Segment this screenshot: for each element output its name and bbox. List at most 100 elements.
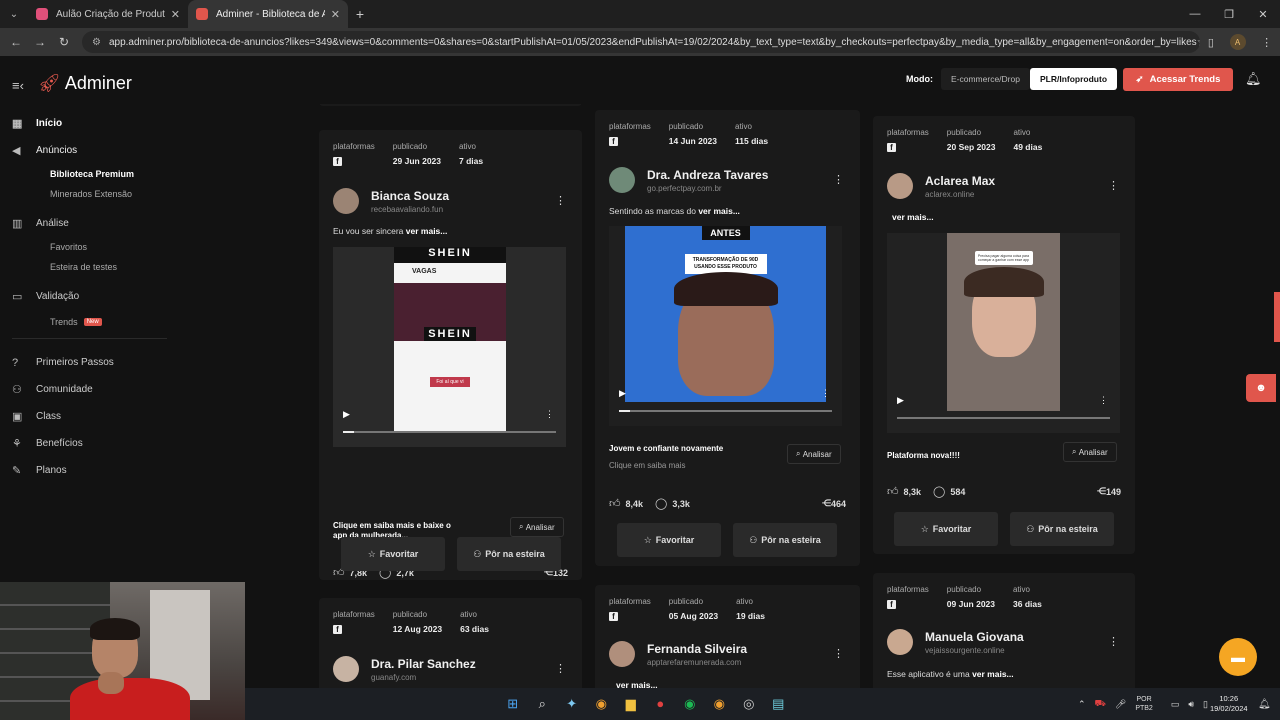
feedback-widget-icon[interactable]: ☻ [1246, 374, 1276, 402]
more-options-icon[interactable]: ⋮ [833, 647, 844, 660]
sidebar-sub-esteira[interactable]: Esteira de testes [0, 257, 170, 277]
see-more-link[interactable]: ver mais... [892, 212, 934, 222]
ad-video[interactable]: SHEIN VAGAS SHEIN Foi aí que vi ▶ ⋮ [333, 247, 566, 447]
access-trends-button[interactable]: ➶ Acessar Trends [1123, 68, 1233, 91]
sidebar-item-beneficios[interactable]: ⚘ Benefícios [0, 430, 170, 457]
ad-author[interactable]: Manuela Giovana vejaissourgente.online [887, 629, 1024, 655]
play-icon[interactable]: ▶ [897, 395, 904, 406]
reload-icon[interactable]: ↻ [52, 35, 76, 49]
video-options-icon[interactable]: ⋮ [821, 388, 830, 399]
sidebar-panel-icon[interactable]: ▯ [1208, 36, 1214, 49]
notification-bell-icon[interactable]: 🔔︎ [1258, 699, 1271, 710]
browser-menu-icon[interactable]: ⋮ [1261, 36, 1272, 49]
see-more-link[interactable]: ver mais... [616, 680, 658, 688]
star-icon: ☆ [643, 534, 652, 545]
file-explorer-icon[interactable]: ▆ [616, 696, 646, 712]
volume-icon[interactable]: 🔊︎ [1188, 699, 1194, 710]
obs-icon[interactable]: ◎ [734, 696, 764, 712]
favorite-button[interactable]: ☆ Favoritar [341, 537, 445, 571]
new-tab-icon[interactable]: + [348, 6, 372, 22]
chat-bubble-icon[interactable]: ▬ [1219, 638, 1257, 676]
author-domain: apptarefaremunerada.com [647, 657, 742, 667]
sidebar-item-planos[interactable]: ✎ Planos [0, 457, 170, 484]
close-window-icon[interactable]: ✕ [1246, 8, 1280, 21]
sidebar-sub-minerados-extensao[interactable]: Minerados Extensão [0, 184, 170, 204]
sidebar-sub-trends[interactable]: Trends New [0, 310, 170, 334]
favorite-button[interactable]: ☆ Favoritar [894, 512, 998, 546]
sidebar-sub-favoritos[interactable]: Favoritos [0, 237, 170, 257]
bell-icon[interactable]: 🔔︎ [1245, 71, 1262, 87]
sidebar-item-primeiros-passos[interactable]: ? Primeiros Passos [0, 349, 170, 376]
search-icon[interactable]: ⌕ [528, 696, 558, 712]
video-progress[interactable] [897, 417, 1110, 419]
sidebar-item-validacao[interactable]: ▭ Validação [0, 283, 170, 310]
sidebar-sub-biblioteca-premium[interactable]: Biblioteca Premium [0, 164, 170, 184]
card-meta: plataformas f publicado 14 Jun 2023 ativo 1… [609, 122, 786, 146]
more-options-icon[interactable]: ⋮ [555, 194, 566, 207]
favorite-button[interactable]: ☆ Favoritar [617, 523, 721, 557]
more-options-icon[interactable]: ⋮ [833, 173, 844, 186]
clock[interactable]: 10:26 19/02/2024 [1210, 694, 1248, 714]
notepad-icon[interactable]: ▤ [764, 696, 794, 712]
tab-search-icon[interactable]: ⌄ [0, 0, 28, 28]
close-tab-icon[interactable]: ✕ [171, 8, 180, 21]
browser-tab-aulao[interactable]: Aulão Criação de Produto do Ze ✕ [28, 0, 188, 28]
language-indicator[interactable]: POR PTB2 [1135, 695, 1162, 713]
scroll-indicator[interactable] [1274, 292, 1280, 342]
analyze-button[interactable]: ⌕ Analisar [510, 517, 564, 537]
site-info-icon[interactable]: ⚙ [92, 37, 101, 48]
sidebar-item-analise[interactable]: ▥ Análise [0, 210, 170, 237]
battery-icon[interactable]: ▯ [1203, 699, 1208, 710]
back-icon[interactable]: ← [4, 35, 28, 49]
add-to-pipeline-button[interactable]: ⚇ Pôr na esteira [457, 537, 561, 571]
close-tab-icon[interactable]: ✕ [331, 8, 340, 21]
mode-ecommerce-button[interactable]: E-commerce/Drop [941, 68, 1030, 90]
more-options-icon[interactable]: ⋮ [1108, 179, 1119, 192]
profile-avatar[interactable]: A [1229, 34, 1246, 50]
see-more-link[interactable]: ver mais... [406, 226, 448, 236]
add-to-pipeline-button[interactable]: ⚇ Pôr na esteira [733, 523, 837, 557]
analyze-button[interactable]: ⌕ Analisar [787, 444, 841, 464]
ad-author[interactable]: Bianca Souza recebaavaliando.fun [333, 188, 449, 214]
ad-author[interactable]: Dra. Pilar Sanchez guanafy.com [333, 656, 476, 682]
video-options-icon[interactable]: ⋮ [545, 409, 554, 420]
windows-start-icon[interactable]: ⊞ [498, 696, 528, 712]
network-icon[interactable]: ▭ [1171, 699, 1180, 710]
play-icon[interactable]: ▶ [343, 409, 350, 420]
ad-author[interactable]: Aclarea Max aclarex.online [887, 173, 995, 199]
app-icon[interactable]: ● [646, 696, 676, 712]
sidebar-item-anuncios[interactable]: ◀︎ Anúncios [0, 137, 170, 164]
see-more-link[interactable]: ver mais... [698, 206, 740, 216]
url-field[interactable]: ⚙ app.adminer.pro/biblioteca-de-anuncios… [82, 31, 1200, 53]
ad-author[interactable]: Dra. Andreza Tavares go.perfectpay.com.br [609, 167, 768, 193]
microphone-icon[interactable]: 🎤︎ [1115, 699, 1126, 710]
chrome-icon[interactable]: ◉ [587, 696, 617, 712]
see-more-link[interactable]: ver mais... [972, 669, 1014, 679]
ad-video[interactable]: ANTES TRANSFORMAÇÃO DE 90D USANDO ESSE P… [609, 226, 842, 426]
sidebar-item-comunidade[interactable]: ⚇ Comunidade [0, 376, 170, 403]
minimize-icon[interactable]: — [1178, 8, 1212, 21]
add-to-pipeline-button[interactable]: ⚇ Pôr na esteira [1010, 512, 1114, 546]
logo[interactable]: 🚀︎ Adminer [38, 73, 132, 94]
collapse-menu-icon[interactable]: ≡‹ [12, 78, 24, 93]
spotify-icon[interactable]: ◉ [675, 696, 705, 712]
sidebar-item-inicio[interactable]: ▦ Início [0, 110, 170, 137]
video-progress[interactable] [343, 431, 556, 433]
chrome-icon[interactable]: ◉ [705, 696, 735, 712]
video-options-icon[interactable]: ⋮ [1099, 395, 1108, 406]
tray-app-icon[interactable]: ⛟ [1095, 698, 1106, 710]
play-icon[interactable]: ▶ [619, 388, 626, 399]
sidebar-item-class[interactable]: ▣ Class [0, 403, 170, 430]
ad-video[interactable]: Precisa pagar alguma coisa para começar … [887, 233, 1120, 433]
forward-icon[interactable]: → [28, 35, 52, 49]
copilot-icon[interactable]: ✦ [557, 696, 587, 712]
video-progress[interactable] [619, 410, 832, 412]
restore-icon[interactable]: ❐ [1212, 8, 1246, 21]
analyze-button[interactable]: ⌕ Analisar [1063, 442, 1117, 462]
tray-overflow-icon[interactable]: ⌃ [1078, 699, 1086, 710]
mode-plr-button[interactable]: PLR/Infoproduto [1029, 68, 1118, 90]
more-options-icon[interactable]: ⋮ [555, 662, 566, 675]
browser-tab-adminer[interactable]: Adminer - Biblioteca de Anúncios ✕ [188, 0, 348, 28]
more-options-icon[interactable]: ⋮ [1108, 635, 1119, 648]
ad-author[interactable]: Fernanda Silveira apptarefaremunerada.com [609, 641, 747, 667]
